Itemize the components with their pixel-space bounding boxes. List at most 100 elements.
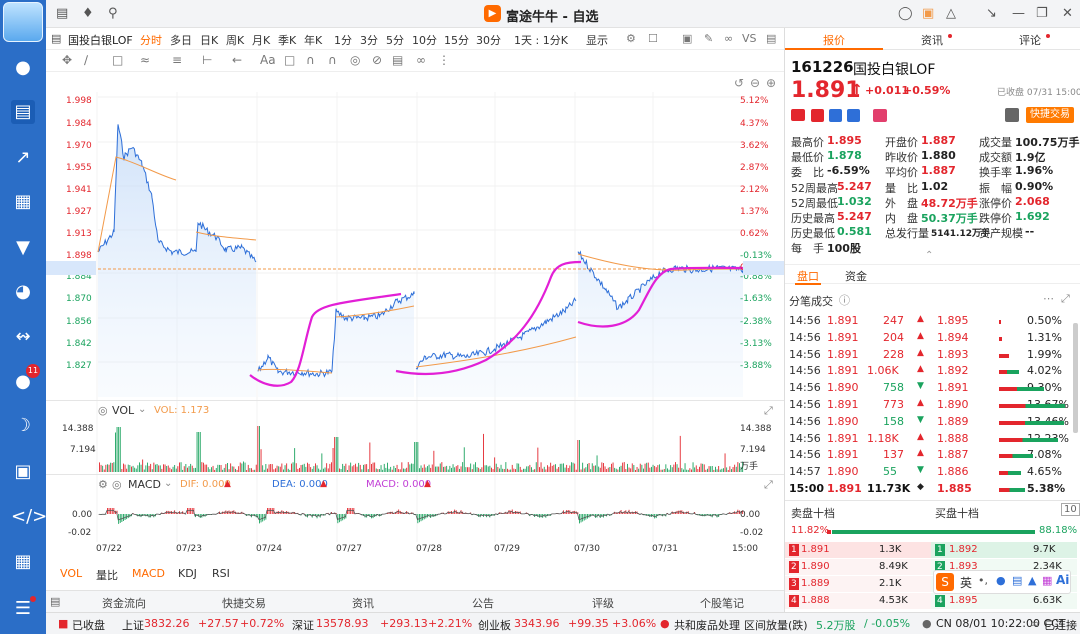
tab-monthly[interactable]: 月K (252, 32, 270, 48)
shrink-icon[interactable]: ↘ (986, 6, 997, 21)
zoom-out-icon[interactable]: ⊖ (750, 76, 760, 90)
tab-1min[interactable]: 1分 (334, 32, 352, 48)
tab-quote[interactable]: 报价 (823, 32, 845, 48)
ime-logo-icon[interactable]: S (936, 573, 954, 591)
tab-fund-flow[interactable]: 资金流向 (102, 595, 146, 611)
ime-apps-icon[interactable]: ▦ (1042, 574, 1052, 587)
tab-daily[interactable]: 日K (200, 32, 218, 48)
trade-icon[interactable]: ↭ (11, 325, 35, 349)
wave-tool-icon[interactable]: ≈ (140, 53, 150, 67)
tab-5min[interactable]: 5分 (386, 32, 404, 48)
display-menu[interactable]: 显示 (586, 32, 608, 48)
chart-icon[interactable]: ▦ (11, 190, 35, 214)
reset-icon[interactable]: ↺ (734, 76, 744, 90)
stock-name[interactable]: 国投白银LOF (68, 32, 133, 48)
ten-levels-button[interactable]: 10 (1061, 503, 1080, 516)
zoom-in-icon[interactable]: ⊕ (766, 76, 776, 90)
ticks-scrollbar[interactable] (1073, 323, 1078, 433)
tab-rsi[interactable]: RSI (212, 567, 230, 580)
tab-news[interactable]: 资讯 (352, 595, 374, 611)
quick-trade-button[interactable]: 快捷交易 (1026, 107, 1074, 123)
sz-index-name[interactable]: 深证 (292, 617, 314, 633)
vs-button[interactable]: VS (742, 32, 757, 45)
tab-3min[interactable]: 3分 (360, 32, 378, 48)
vol-eye-icon[interactable]: ◎ (98, 404, 108, 417)
camera-icon[interactable]: ▣ (682, 32, 692, 45)
ime-ai-icon[interactable]: Ai (1056, 573, 1069, 587)
ticks-expand-icon[interactable]: ⤢ (1061, 292, 1070, 306)
ime-shirt-icon[interactable]: ▲ (1028, 574, 1036, 587)
text-tool-icon[interactable]: Aa (260, 53, 276, 67)
shirt-icon[interactable]: △ (946, 6, 956, 21)
headset-icon[interactable]: ◯ (898, 6, 913, 21)
filter-icon[interactable]: ▼ (11, 236, 35, 260)
vol-label[interactable]: VOL (112, 404, 134, 417)
tab-pankou[interactable]: 盘口 (797, 268, 819, 284)
tab-quote-news[interactable]: 资讯 (921, 32, 943, 48)
rect-tool-icon[interactable]: □ (112, 53, 123, 67)
sh-index-name[interactable]: 上证 (122, 617, 144, 633)
tag-icon[interactable] (847, 109, 860, 122)
tab-liangbi[interactable]: 量比 (96, 567, 118, 583)
collapse-icon[interactable]: ▤ (766, 32, 776, 45)
layout-icon[interactable]: ▤ (56, 6, 68, 21)
tab-30min[interactable]: 30分 (476, 32, 501, 48)
eye-icon[interactable]: ◎ (350, 53, 360, 67)
tab-quick-trade[interactable]: 快捷交易 (222, 595, 266, 611)
clipboard-icon[interactable]: ▣ (922, 6, 934, 21)
margin-icon[interactable] (811, 109, 824, 122)
ime-toolbar[interactable]: S 英 •, ● ▤ ▲ ▦ Ai (933, 570, 1071, 594)
macd-dropdown-icon[interactable]: ⌄ (164, 478, 172, 489)
tab-macd[interactable]: MACD (132, 567, 165, 580)
macd-settings-icon[interactable]: ⚙ (98, 478, 108, 491)
news-ticker[interactable]: 共和废品处理 (674, 617, 740, 633)
link-tool-icon[interactable]: ∞ (416, 53, 426, 67)
ime-lang[interactable]: 英 (960, 574, 972, 591)
ruler-tool-icon[interactable]: ≡ (172, 53, 182, 67)
tab-15min[interactable]: 15分 (444, 32, 469, 48)
macd-expand-icon[interactable]: ⤢ (764, 478, 773, 492)
macd-eye-icon[interactable]: ◎ (112, 478, 122, 491)
alert-bell-icon[interactable] (1005, 108, 1019, 122)
tab-quarterly[interactable]: 季K (278, 32, 296, 48)
macd-label[interactable]: MACD (128, 478, 161, 491)
trash-icon[interactable]: ▤ (392, 53, 403, 67)
tab-kdj[interactable]: KDJ (178, 567, 197, 580)
pen-icon[interactable]: ✎ (704, 32, 713, 45)
note-tool-icon[interactable]: □ (284, 53, 295, 67)
pie-icon[interactable]: ◕ (11, 280, 35, 304)
more-tools-icon[interactable]: ⋮ (438, 53, 450, 67)
line-tool-icon[interactable]: ∕ (84, 53, 88, 67)
range-select[interactable]: 1天 : 1分K (514, 32, 568, 48)
watchlist-icon[interactable]: ▤ (11, 100, 35, 124)
checkbox-icon[interactable]: ☐ (648, 32, 658, 45)
vol-dropdown-icon[interactable]: ⌄ (138, 404, 146, 415)
tab-multiday[interactable]: 多日 (170, 32, 192, 48)
close-icon[interactable]: ✕ (1062, 6, 1073, 21)
vol-expand-icon[interactable]: ⤢ (764, 404, 773, 418)
user-icon[interactable]: ● (11, 56, 35, 80)
tab-notes[interactable]: 个股笔记 (700, 595, 744, 611)
favorite-icon[interactable] (873, 109, 887, 122)
tab-vol[interactable]: VOL (60, 567, 82, 580)
arrow-tool-icon[interactable]: ← (232, 53, 242, 67)
restore-icon[interactable]: ❐ (1036, 6, 1048, 21)
market-icon[interactable]: ↗ (11, 146, 35, 170)
fields-collapse-icon[interactable]: ⌃ (925, 250, 933, 261)
game-icon[interactable]: ▣ (11, 460, 35, 484)
tab-announcements[interactable]: 公告 (472, 595, 494, 611)
settings-icon[interactable]: ⚙ (626, 32, 636, 45)
chart-area[interactable]: 1.998 1.984 1.970 1.955 1.941 1.927 1.913 1.898… (46, 72, 785, 562)
minimize-icon[interactable]: — (1012, 6, 1025, 21)
magnet-icon[interactable]: ∩ (306, 53, 315, 67)
search-icon[interactable]: ⚲ (108, 6, 118, 21)
code-icon[interactable]: </> (11, 505, 47, 529)
lock-icon[interactable]: ∩ (328, 53, 337, 67)
ime-mic-icon[interactable]: ● (996, 574, 1006, 587)
tab-comments[interactable]: 评论 (1019, 32, 1041, 48)
measure-tool-icon[interactable]: ⊢ (202, 53, 212, 67)
ime-keyboard-icon[interactable]: ▤ (1012, 574, 1022, 587)
move-icon[interactable]: ✥ (62, 53, 72, 67)
tab-weekly[interactable]: 周K (226, 32, 244, 48)
ticks-more-icon[interactable]: ⋯ (1043, 292, 1054, 305)
